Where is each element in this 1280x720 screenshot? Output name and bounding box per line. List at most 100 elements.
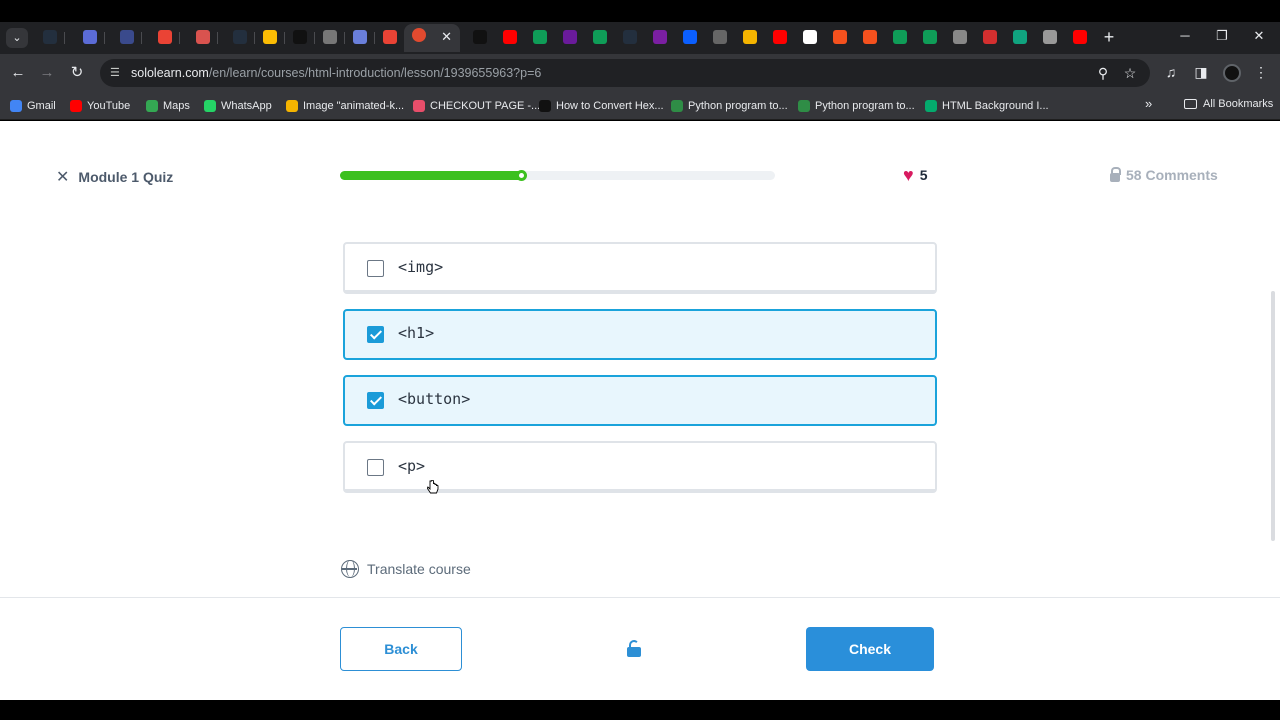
browser-tab[interactable] (795, 26, 825, 50)
close-tab-icon[interactable]: ✕ (441, 29, 452, 45)
minimize-button[interactable]: ─ (1175, 28, 1195, 43)
heart-icon: ♥ (903, 165, 914, 185)
browser-tab[interactable] (855, 26, 885, 50)
bookmark-label: Image "animated-k... (303, 100, 405, 112)
bookmark-item[interactable]: CHECKOUT PAGE -... (413, 98, 540, 114)
browser-tab[interactable] (345, 26, 375, 50)
comments-button[interactable]: 58 Comments (1110, 166, 1218, 183)
tab-separator (217, 32, 218, 44)
bookmark-item[interactable]: How to Convert Hex... (539, 98, 664, 114)
browser-tab[interactable] (885, 26, 915, 50)
site-favicon-icon (743, 30, 757, 44)
browser-tab[interactable] (765, 26, 795, 50)
checkbox-icon[interactable] (367, 459, 384, 476)
bookmark-item[interactable]: Gmail (10, 98, 56, 114)
zoom-icon[interactable]: ⚲ (1094, 65, 1112, 82)
restore-button[interactable]: ❐ (1212, 28, 1232, 44)
bookmark-item[interactable]: WhatsApp (204, 98, 272, 114)
browser-tab[interactable] (75, 26, 105, 50)
bookmark-item[interactable]: HTML Background I... (925, 98, 1049, 114)
bookmark-item[interactable]: YouTube (70, 98, 130, 114)
bookmark-label: WhatsApp (221, 100, 272, 112)
unlock-hint-button[interactable] (626, 640, 642, 658)
site-info-icon[interactable]: ☰ (110, 66, 124, 80)
quiz-close-button[interactable]: ✕ Module 1 Quiz (56, 167, 173, 187)
answer-option-h1[interactable]: <h1> (343, 309, 937, 360)
browser-tab[interactable] (112, 26, 142, 50)
browser-tab[interactable] (705, 26, 735, 50)
browser-tab[interactable] (315, 26, 345, 50)
browser-tab[interactable] (645, 26, 675, 50)
browser-tab[interactable] (1035, 26, 1065, 50)
profile-avatar[interactable] (1223, 64, 1241, 82)
url-text[interactable]: sololearn.com/en/learn/courses/html-intr… (131, 66, 541, 80)
bookmark-label: How to Convert Hex... (556, 100, 664, 112)
browser-tab[interactable] (615, 26, 645, 50)
browser-tab[interactable] (225, 26, 255, 50)
browser-tab[interactable] (465, 26, 495, 50)
browser-tab[interactable] (825, 26, 855, 50)
address-bar[interactable]: ☰ sololearn.com/en/learn/courses/html-in… (100, 59, 1150, 87)
forward-nav-icon[interactable]: → (38, 64, 56, 82)
media-controls-icon[interactable]: ♫ (1162, 64, 1180, 80)
browser-tab[interactable] (255, 26, 285, 50)
bookmark-item[interactable]: Python program to... (671, 98, 788, 114)
reload-icon[interactable]: ↻ (68, 64, 86, 82)
site-favicon-icon (863, 30, 877, 44)
translate-label: Translate course (367, 561, 471, 577)
check-button[interactable]: Check (806, 627, 934, 671)
side-panel-icon[interactable]: ◨ (1192, 64, 1210, 81)
maps-icon (146, 100, 158, 112)
browser-tab[interactable] (915, 26, 945, 50)
sololearn-favicon-icon (412, 28, 426, 42)
hearts-counter[interactable]: ♥ 5 (903, 165, 927, 185)
bookmark-item[interactable]: Maps (146, 98, 190, 114)
browser-tab[interactable] (525, 26, 555, 50)
footer-divider (0, 597, 1280, 598)
browser-tab[interactable] (495, 26, 525, 50)
back-button[interactable]: Back (340, 627, 462, 671)
checked-checkbox-icon[interactable] (367, 392, 384, 409)
translate-course-link[interactable]: Translate course (341, 560, 471, 578)
answer-option-button[interactable]: <button> (343, 375, 937, 426)
whatsapp-icon (204, 100, 216, 112)
browser-tab[interactable] (735, 26, 765, 50)
checked-checkbox-icon[interactable] (367, 326, 384, 343)
back-nav-icon[interactable]: ← (9, 64, 27, 82)
bookmark-label: CHECKOUT PAGE -... (430, 100, 541, 112)
browser-toolbar: ← → ↻ ☰ sololearn.com/en/learn/courses/h… (0, 54, 1280, 92)
browser-tab[interactable] (585, 26, 615, 50)
close-window-button[interactable]: ✕ (1249, 28, 1269, 44)
answer-option-img[interactable]: <img> (343, 242, 937, 294)
browser-tab[interactable] (675, 26, 705, 50)
more-bookmarks-chevron-icon[interactable]: » (1145, 96, 1152, 111)
w-icon (925, 100, 937, 112)
close-icon[interactable]: ✕ (56, 167, 69, 187)
active-tab[interactable]: ✕ (404, 24, 460, 52)
window-top-edge (0, 0, 1280, 22)
browser-tab[interactable] (555, 26, 585, 50)
aws-favicon-icon (43, 30, 57, 44)
drive-favicon-icon (263, 30, 277, 44)
bookmark-item[interactable]: Python program to... (798, 98, 915, 114)
all-bookmarks-button[interactable]: All Bookmarks (1184, 98, 1273, 110)
browser-tab[interactable] (285, 26, 315, 50)
browser-tab[interactable] (150, 26, 180, 50)
browser-tab[interactable] (945, 26, 975, 50)
gmail-favicon-icon (383, 30, 397, 44)
browser-tab[interactable] (375, 26, 405, 50)
bookmark-star-icon[interactable]: ☆ (1121, 65, 1139, 82)
browser-tab[interactable] (188, 26, 218, 50)
page-scrollbar[interactable] (1271, 291, 1275, 541)
checkbox-icon[interactable] (367, 260, 384, 277)
aws-favicon-icon (233, 30, 247, 44)
bookmark-item[interactable]: Image "animated-k... (286, 98, 404, 114)
browser-tab[interactable] (1065, 26, 1095, 50)
new-tab-button[interactable]: + (1100, 28, 1118, 46)
tab-search-button[interactable]: ⌄ (6, 28, 28, 48)
browser-tab[interactable] (975, 26, 1005, 50)
browser-tab[interactable] (1005, 26, 1035, 50)
browser-menu-icon[interactable]: ⋮ (1252, 64, 1270, 81)
browser-tab[interactable] (35, 26, 65, 50)
checkout-icon (413, 100, 425, 112)
